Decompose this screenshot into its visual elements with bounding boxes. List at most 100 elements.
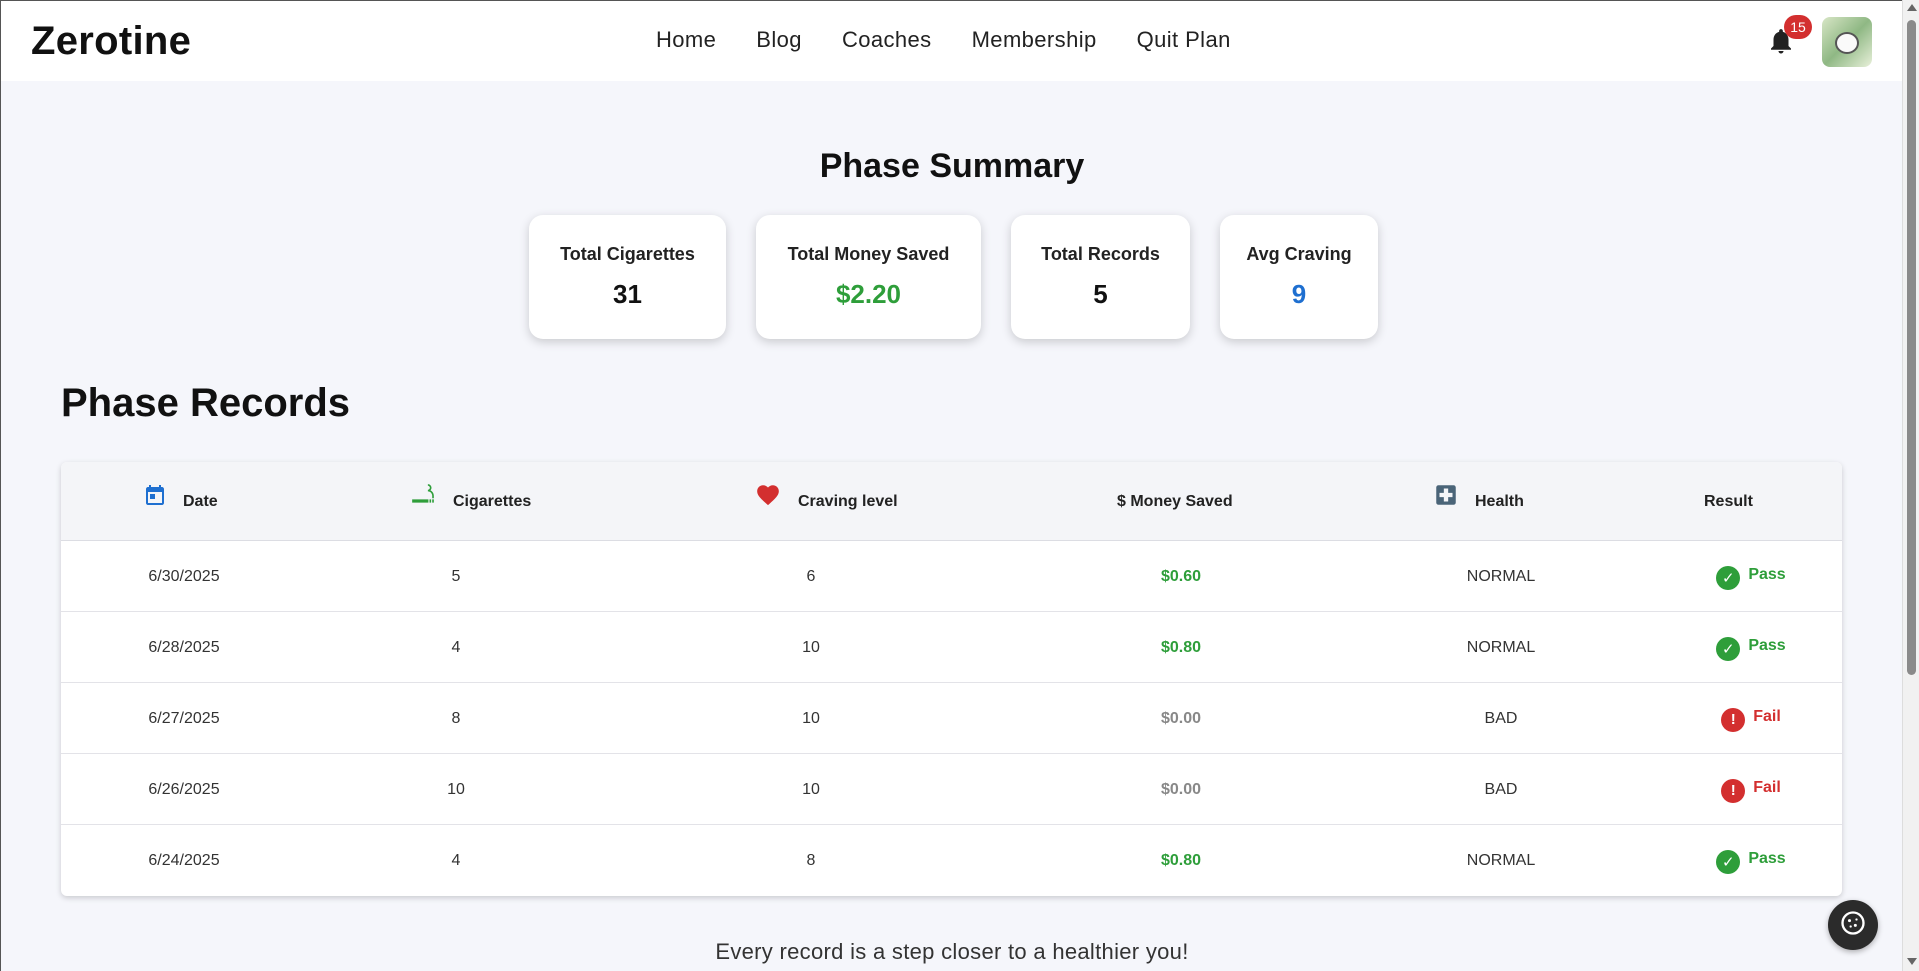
result-label: Pass xyxy=(1748,636,1786,654)
alert-circle-icon: ! xyxy=(1721,707,1746,732)
card-total-records: Total Records 5 xyxy=(1011,215,1190,339)
result-label: Pass xyxy=(1748,565,1786,583)
result-pass: ✓ Pass xyxy=(1716,560,1786,590)
col-result[interactable]: Result xyxy=(1704,462,1753,541)
table-row: 6/30/2025 5 6 $0.60 NORMAL ✓ Pass xyxy=(61,541,1842,612)
col-result-label: Result xyxy=(1704,492,1753,510)
col-money-label: $ Money Saved xyxy=(1117,492,1233,510)
alert-circle-icon: ! xyxy=(1721,778,1746,803)
result-pass: ✓ Pass xyxy=(1716,631,1786,661)
nav-membership[interactable]: Membership xyxy=(972,27,1097,53)
cell-cigarettes: 5 xyxy=(451,567,461,585)
result-label: Pass xyxy=(1748,849,1786,867)
card-label: Avg Craving xyxy=(1246,244,1352,264)
medical-cross-icon xyxy=(1433,482,1459,508)
card-label: Total Money Saved xyxy=(787,244,950,264)
col-cigarettes[interactable]: Cigarettes xyxy=(409,462,531,541)
col-date[interactable]: Date xyxy=(143,462,218,541)
cell-result: ✓ Pass xyxy=(1681,541,1821,612)
cell-craving: 10 xyxy=(802,709,820,727)
card-label: Total Cigarettes xyxy=(560,244,695,264)
cell-result: ✓ Pass xyxy=(1681,612,1821,683)
summary-cards: Total Cigarettes 31 Total Money Saved $2… xyxy=(529,215,1378,339)
table-row: 6/26/2025 10 10 $0.00 BAD ! Fail xyxy=(61,754,1842,825)
logo[interactable]: Zerotine xyxy=(31,19,191,64)
table-row: 6/27/2025 8 10 $0.00 BAD ! Fail xyxy=(61,683,1842,754)
result-pass: ✓ Pass xyxy=(1716,844,1786,874)
cell-craving: 10 xyxy=(802,638,820,656)
cell-money: $0.80 xyxy=(1160,851,1202,869)
result-label: Fail xyxy=(1753,778,1781,796)
cell-health: NORMAL xyxy=(1466,851,1536,869)
check-circle-icon: ✓ xyxy=(1716,565,1741,590)
col-health-label: Health xyxy=(1475,492,1524,510)
calendar-icon xyxy=(143,482,167,508)
col-date-label: Date xyxy=(183,492,218,510)
cell-date: 6/26/2025 xyxy=(148,780,220,798)
nav-quit-plan[interactable]: Quit Plan xyxy=(1137,27,1231,53)
main-nav: Home Blog Coaches Membership Quit Plan xyxy=(656,27,1231,53)
scrollbar-thumb[interactable] xyxy=(1907,20,1916,675)
cell-date: 6/30/2025 xyxy=(148,567,220,585)
cookie-icon xyxy=(1839,909,1867,942)
check-circle-icon: ✓ xyxy=(1716,636,1741,661)
card-avg-craving: Avg Craving 9 xyxy=(1220,215,1378,339)
motivational-message: Every record is a step closer to a healt… xyxy=(715,939,1189,964)
card-value: 5 xyxy=(1093,279,1108,309)
cell-health: BAD xyxy=(1484,709,1518,727)
col-health[interactable]: Health xyxy=(1433,462,1524,541)
result-label: Fail xyxy=(1753,707,1781,725)
cell-money: $0.80 xyxy=(1160,638,1202,656)
avatar[interactable] xyxy=(1822,17,1872,67)
cookie-settings-button[interactable] xyxy=(1828,900,1878,950)
result-fail: ! Fail xyxy=(1721,702,1781,732)
cell-craving: 6 xyxy=(806,567,816,585)
card-total-money-saved: Total Money Saved $2.20 xyxy=(756,215,981,339)
card-label: Total Records xyxy=(1041,244,1160,264)
app-window: Zerotine Home Blog Coaches Membership Qu… xyxy=(0,0,1902,971)
cell-health: NORMAL xyxy=(1466,638,1536,656)
cell-health: NORMAL xyxy=(1466,567,1536,585)
table-row: 6/24/2025 4 8 $0.80 NORMAL ✓ Pass xyxy=(61,825,1842,896)
cell-money: $0.00 xyxy=(1160,780,1202,798)
cell-craving: 8 xyxy=(806,851,816,869)
col-cigarettes-label: Cigarettes xyxy=(453,492,532,510)
cell-cigarettes: 10 xyxy=(447,780,465,798)
cell-result: ! Fail xyxy=(1681,754,1821,825)
scroll-up-arrow-icon[interactable] xyxy=(1907,4,1917,11)
card-total-cigarettes: Total Cigarettes 31 xyxy=(529,215,726,339)
cell-money: $0.60 xyxy=(1160,567,1202,585)
records-table: Date Cigarettes Craving level $ Money Sa… xyxy=(61,462,1842,896)
cell-date: 6/27/2025 xyxy=(148,709,220,727)
avatar-image xyxy=(1835,32,1859,54)
scroll-down-arrow-icon[interactable] xyxy=(1907,958,1917,965)
cigarette-icon xyxy=(409,482,437,508)
table-header: Date Cigarettes Craving level $ Money Sa… xyxy=(61,462,1842,541)
cell-date: 6/28/2025 xyxy=(148,638,220,656)
card-value: $2.20 xyxy=(835,279,902,309)
heart-icon xyxy=(754,482,782,508)
cell-date: 6/24/2025 xyxy=(148,851,220,869)
nav-home[interactable]: Home xyxy=(656,27,716,53)
cell-health: BAD xyxy=(1484,780,1518,798)
records-title: Phase Records xyxy=(61,381,351,425)
result-fail: ! Fail xyxy=(1721,773,1781,803)
card-value: 31 xyxy=(613,279,642,309)
cell-result: ✓ Pass xyxy=(1681,825,1821,896)
top-navbar: Zerotine Home Blog Coaches Membership Qu… xyxy=(1,1,1902,81)
cell-result: ! Fail xyxy=(1681,683,1821,754)
check-circle-icon: ✓ xyxy=(1716,849,1741,874)
nav-coaches[interactable]: Coaches xyxy=(842,27,932,53)
table-row: 6/28/2025 4 10 $0.80 NORMAL ✓ Pass xyxy=(61,612,1842,683)
col-craving-label: Craving level xyxy=(798,492,898,510)
vertical-scrollbar[interactable] xyxy=(1902,0,1919,971)
col-money-saved[interactable]: $ Money Saved xyxy=(1117,462,1233,541)
cell-craving: 10 xyxy=(802,780,820,798)
cell-cigarettes: 4 xyxy=(451,851,461,869)
cell-cigarettes: 4 xyxy=(451,638,461,656)
cell-cigarettes: 8 xyxy=(451,709,461,727)
nav-blog[interactable]: Blog xyxy=(756,27,802,53)
summary-title: Phase Summary xyxy=(819,147,1085,185)
card-value: 9 xyxy=(1291,279,1307,309)
col-craving[interactable]: Craving level xyxy=(754,462,898,541)
